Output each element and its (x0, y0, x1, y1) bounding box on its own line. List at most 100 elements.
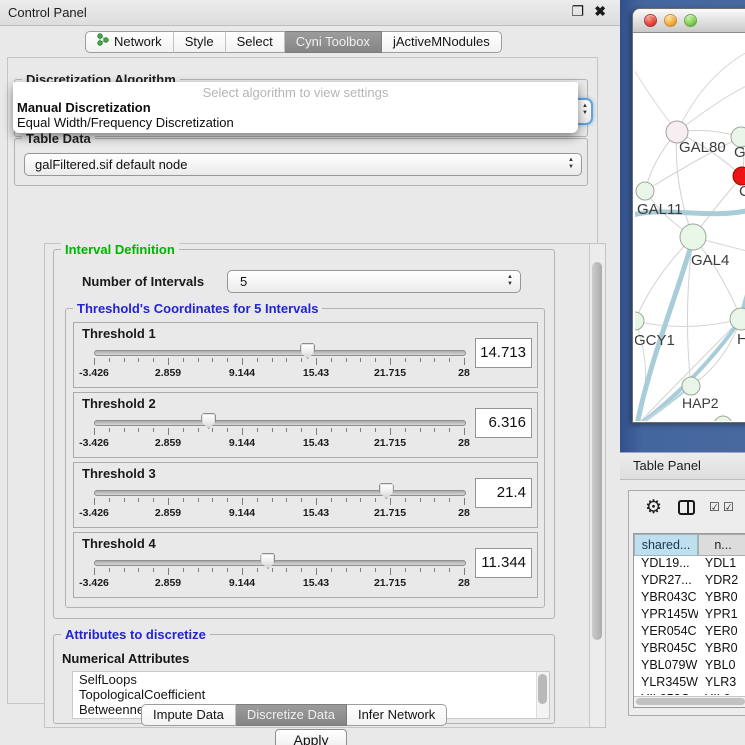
table-row[interactable]: YIL052CYIL0 (634, 692, 745, 695)
attribute-item-topologicalcoefficient[interactable]: TopologicalCoefficient (73, 687, 549, 702)
scrollbar-thumb[interactable] (538, 674, 547, 704)
tick-mark (360, 568, 361, 572)
tick-mark (124, 358, 125, 362)
numerical-attributes-label: Numerical Attributes (62, 651, 189, 666)
network-edge[interactable] (677, 83, 745, 132)
tab-select[interactable]: Select (226, 31, 285, 53)
apply-button[interactable]: Apply (275, 729, 347, 745)
network-edge[interactable] (693, 237, 741, 319)
gear-icon[interactable]: ⚙ (645, 496, 662, 520)
scrollbar-thumb[interactable] (636, 698, 745, 705)
attribute-item-selfloops[interactable]: SelfLoops (73, 672, 549, 687)
network-node-gal11[interactable] (636, 182, 654, 200)
scrollbar-thumb[interactable] (592, 262, 602, 640)
table-data-combobox[interactable]: galFiltered.sif default node ▲▼ (24, 153, 582, 176)
close-window-button[interactable] (644, 14, 657, 27)
settings-vertical-scrollbar[interactable] (589, 244, 605, 727)
threshold-label: Threshold 4 (82, 536, 156, 551)
network-node-hap2[interactable] (682, 377, 700, 395)
tab-network[interactable]: Network (85, 31, 174, 53)
tick-mark (434, 358, 435, 362)
attributes-list-scrollbar[interactable] (536, 672, 549, 718)
tick-label: 15.43 (303, 577, 329, 589)
tick-mark (242, 428, 243, 435)
column-header[interactable]: n... (698, 534, 745, 556)
combo-stepper-icon[interactable]: ▲▼ (505, 274, 515, 288)
checkbox-icon[interactable]: ☑ (709, 500, 720, 514)
tab-infer-network[interactable]: Infer Network (347, 704, 447, 726)
zoom-window-button[interactable] (684, 14, 697, 27)
tick-mark (286, 568, 287, 572)
tab-label: Cyni Toolbox (296, 32, 370, 52)
split-columns-icon[interactable] (678, 500, 695, 515)
network-edge[interactable] (635, 319, 741, 327)
table-row[interactable]: YPR145WYPR1 (634, 607, 745, 624)
network-edge[interactable] (635, 237, 693, 321)
tab-jactivemnodules[interactable]: jActiveMNodules (382, 31, 502, 53)
tick-mark (109, 498, 110, 502)
slider-track[interactable] (94, 420, 466, 426)
table-row[interactable]: YBL079WYBL0 (634, 658, 745, 675)
network-edge[interactable] (677, 49, 745, 132)
combo-stepper-icon[interactable]: ▲▼ (566, 157, 576, 171)
tick-mark (360, 428, 361, 432)
tick-label: 2.859 (155, 507, 181, 519)
slider-track[interactable] (94, 490, 466, 496)
slider-thumb[interactable] (300, 343, 315, 359)
tick-mark (109, 358, 110, 362)
tick-mark (124, 568, 125, 572)
minimize-window-button[interactable] (664, 14, 677, 27)
tick-mark (390, 498, 391, 505)
tick-mark (331, 358, 332, 362)
tab-cyni-toolbox[interactable]: Cyni Toolbox (285, 31, 382, 53)
float-panel-icon[interactable]: ❐ (571, 3, 584, 20)
column-header[interactable]: shared... (634, 534, 698, 556)
tick-mark (390, 568, 391, 575)
threshold-value-field[interactable]: 14.713 (475, 338, 532, 368)
number-of-intervals-combobox[interactable]: 5 ▲▼ (227, 270, 521, 293)
network-node-gal4[interactable] (680, 224, 706, 250)
table-row[interactable]: YBR045CYBR0 (634, 641, 745, 658)
slider-thumb[interactable] (260, 553, 275, 569)
table-cell: YIL052C (634, 692, 698, 695)
table-row[interactable]: YBR043CYBR0 (634, 590, 745, 607)
threshold-4-block: Threshold 4-3.4262.8599.14415.4321.71528… (73, 532, 538, 598)
tab-style[interactable]: Style (174, 31, 226, 53)
threshold-value-field[interactable]: 6.316 (475, 408, 532, 438)
algorithm-placeholder-option: Select algorithm to view settings (13, 82, 578, 100)
slider-track[interactable] (94, 350, 466, 356)
network-canvas[interactable]: GAL80GACGAL11GAL4GCY1HHAP2 (635, 33, 745, 421)
slider-thumb[interactable] (379, 483, 394, 499)
network-edge[interactable] (635, 61, 677, 132)
table-cell: YDR27... (634, 573, 698, 590)
tab-impute-data[interactable]: Impute Data (141, 704, 236, 726)
settings-scrollpane: Interval Definition Number of Intervals … (44, 243, 606, 728)
algorithm-option-equal-width-frequency-discretization[interactable]: Equal Width/Frequency Discretization (13, 115, 578, 130)
network-edge[interactable] (637, 239, 693, 421)
algorithm-option-manual-discretization[interactable]: Manual Discretization (13, 100, 578, 115)
slider-track[interactable] (94, 560, 466, 566)
table-row[interactable]: YER054CYER0 (634, 624, 745, 641)
table-row[interactable]: YLR345WYLR3 (634, 675, 745, 692)
threshold-value-field[interactable]: 21.4 (475, 478, 532, 508)
tick-mark (286, 358, 287, 362)
tick-mark (257, 568, 258, 572)
tick-label: -3.426 (79, 367, 109, 379)
checkbox-icon[interactable]: ☑ (723, 500, 734, 514)
table-row[interactable]: YDL19...YDL1 (634, 556, 745, 573)
tick-mark (449, 498, 450, 502)
table-cell: YIL0 (698, 692, 745, 695)
node-label-gal4: GAL4 (691, 252, 729, 269)
threshold-value-field[interactable]: 11.344 (475, 548, 532, 578)
tab-discretize-data[interactable]: Discretize Data (236, 704, 347, 726)
network-node-h[interactable] (730, 308, 745, 330)
table-horizontal-scrollbar[interactable] (634, 696, 745, 707)
close-panel-icon[interactable]: ✖ (594, 3, 606, 20)
network-node-gcy1[interactable] (635, 312, 644, 330)
table-cell: YPR1 (698, 607, 745, 624)
tick-mark (405, 358, 406, 362)
network-node-b[interactable] (714, 416, 732, 421)
table-row[interactable]: YDR27...YDR2 (634, 573, 745, 590)
slider-thumb[interactable] (201, 413, 216, 429)
tick-label: 15.43 (303, 507, 329, 519)
